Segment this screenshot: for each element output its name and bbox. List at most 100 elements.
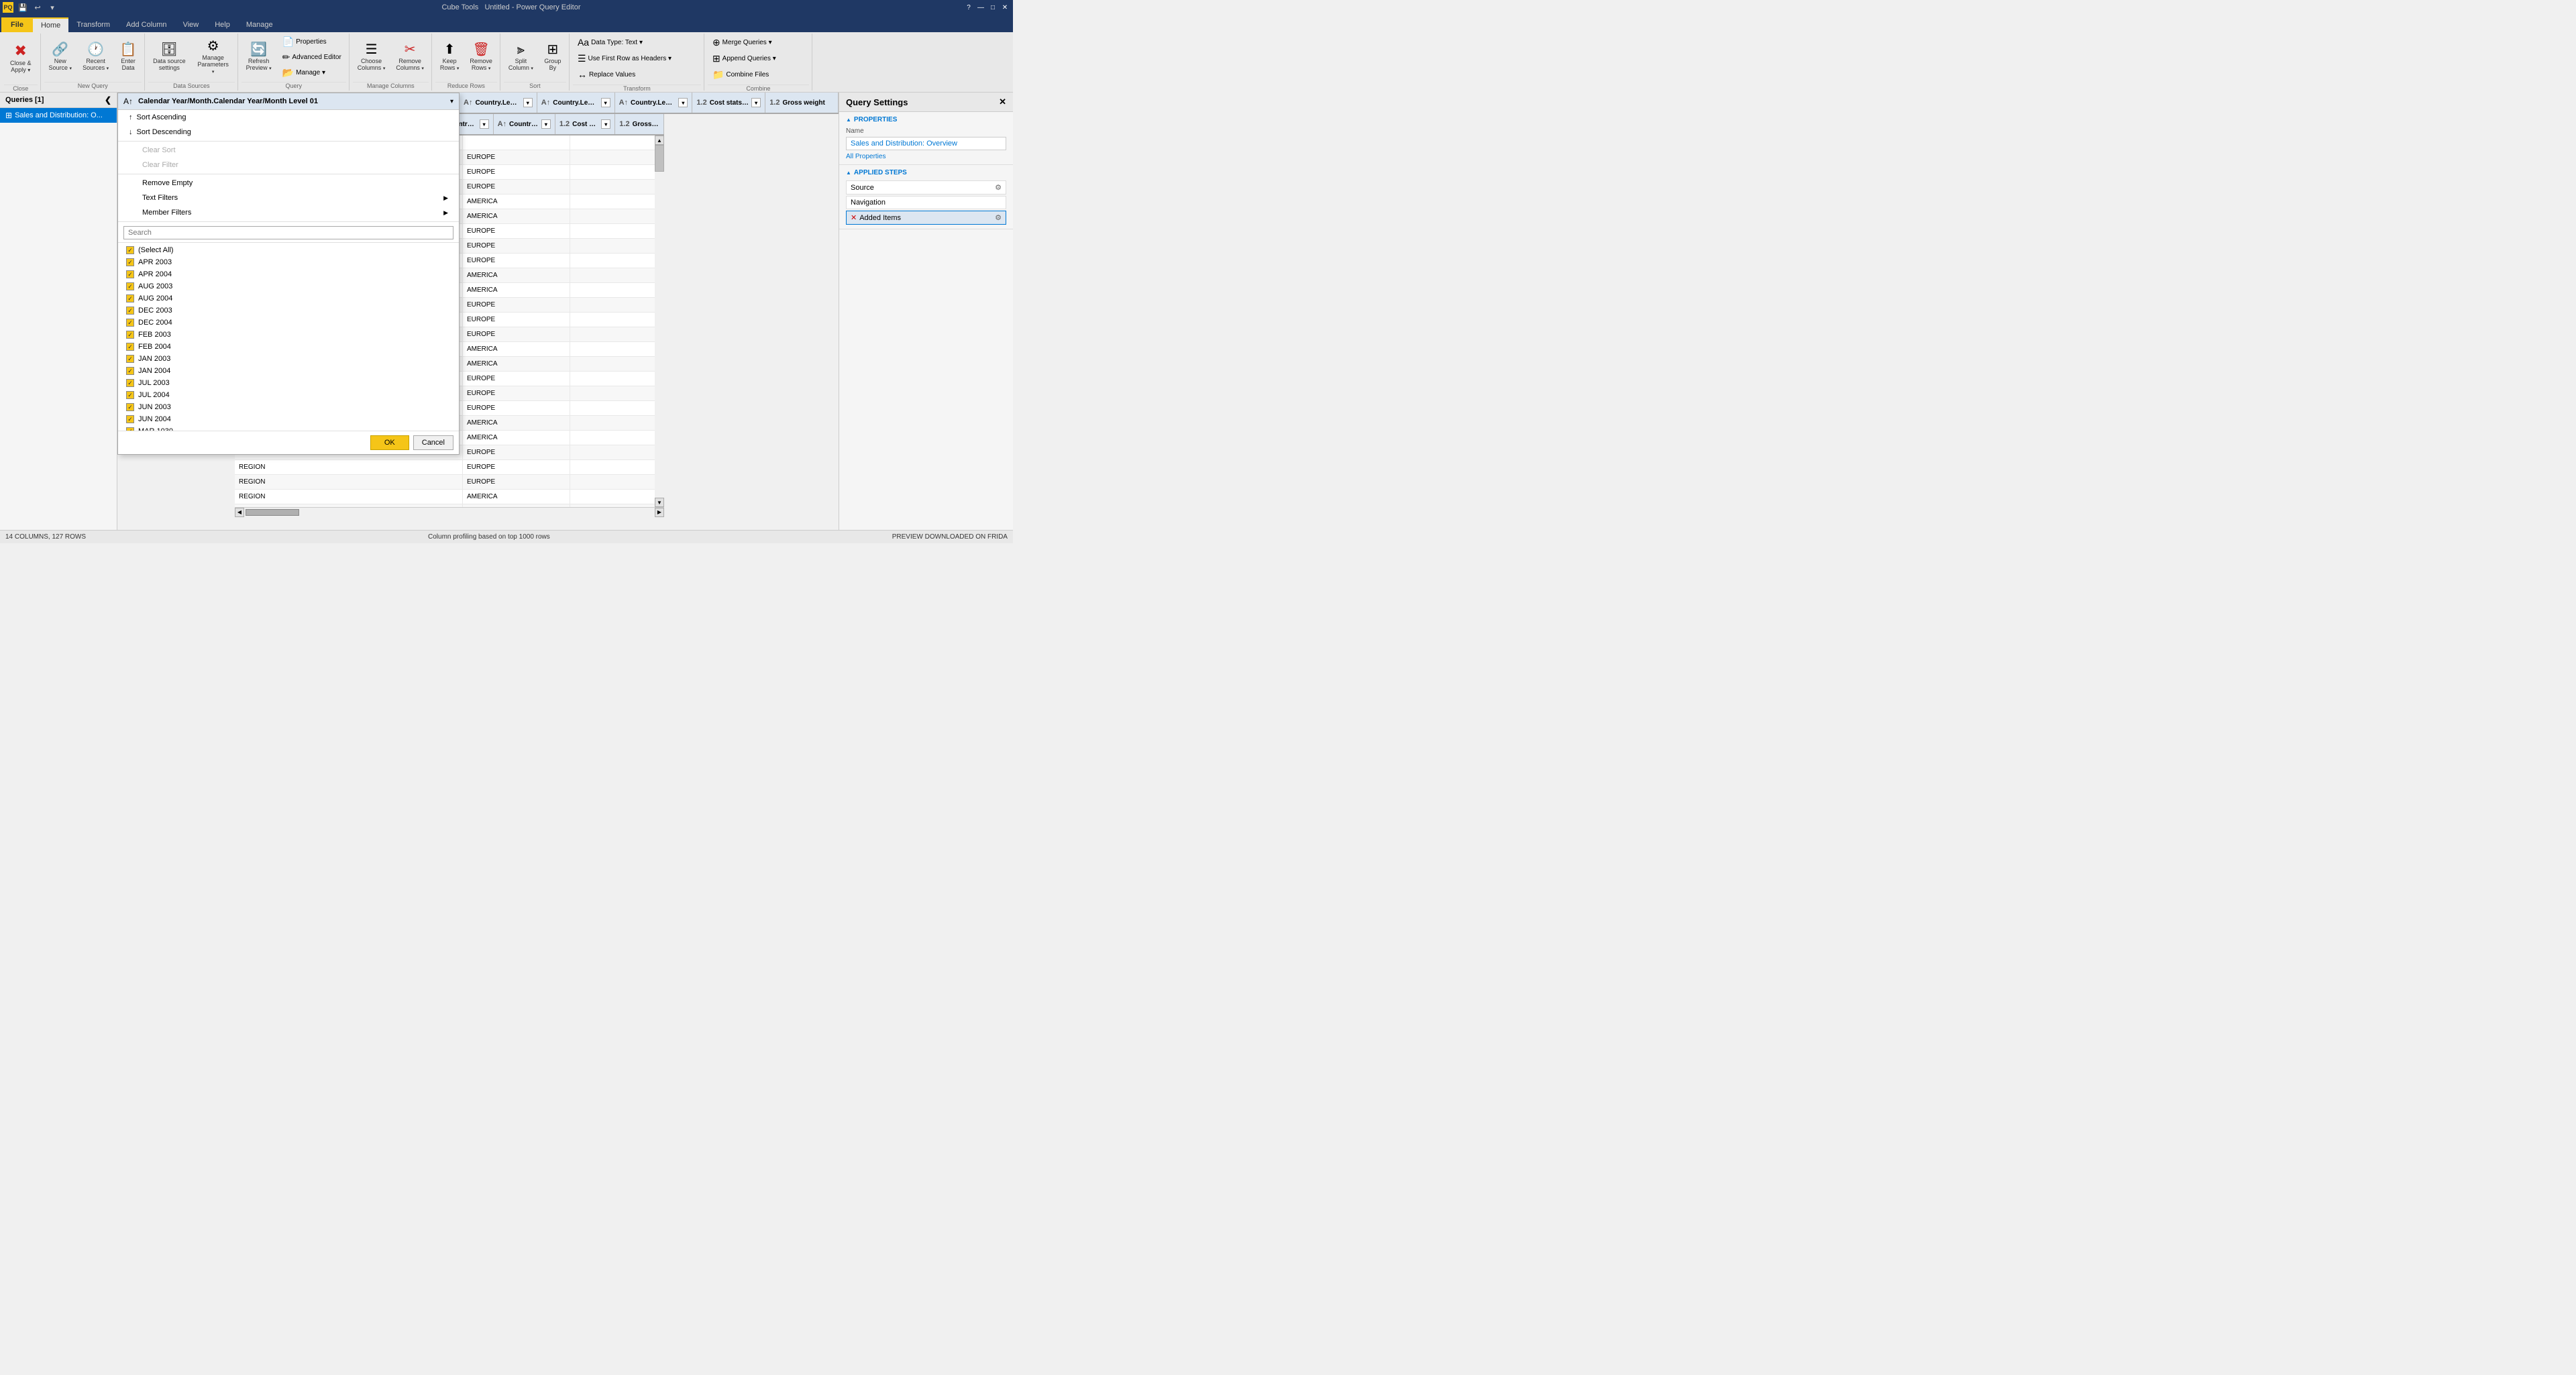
close-apply-button[interactable]: ✖ Close &Apply ▾ [4,35,38,82]
remove-empty-item[interactable]: Remove Empty [118,176,459,190]
group-by-button[interactable]: ⊞ GroupBy [539,37,566,77]
sort-descending-item[interactable]: ↓ Sort Descending [118,125,459,140]
replace-values-icon: ↔ [578,69,587,80]
step-added-items-gear-icon[interactable]: ⚙ [995,213,1002,222]
checkbox-aug-2004[interactable]: ✓ AUG 2004 [118,292,459,305]
query-item-sales[interactable]: ⊞ Sales and Distribution: O... [0,108,117,123]
member-filters-item[interactable]: Member Filters ▶ [118,205,459,220]
scroll-right-btn[interactable]: ▶ [655,508,664,517]
step-source[interactable]: Source ⚙ [846,180,1006,195]
advanced-editor-button[interactable]: ✏ Advanced Editor [278,50,346,64]
checkbox-jul-2004[interactable]: ✓ JUL 2004 [118,389,459,401]
th-c3-filter-icon[interactable]: ▾ [541,119,551,129]
recent-sources-button[interactable]: 🕐 RecentSources ▾ [78,37,113,77]
all-properties-link[interactable]: All Properties [846,153,1006,160]
checkbox-jul-2003[interactable]: ✓ JUL 2003 [118,377,459,389]
th-cs[interactable]: 1.2 Cost stats currency ▾ [555,114,615,134]
th-cs-filter-icon[interactable]: ▾ [601,119,610,129]
table-row[interactable]: REGIONEUROPEFrance12613687 [235,460,664,475]
merge-queries-button[interactable]: ⊕ Merge Queries ▾ [708,35,777,50]
filter-cancel-button[interactable]: Cancel [413,435,453,450]
choose-columns-button[interactable]: ☰ ChooseColumns ▾ [353,37,390,77]
scroll-thumb-v[interactable] [655,145,664,172]
table-row[interactable]: REGIONAMERICAUSA25350099 [235,490,664,504]
use-first-row-button[interactable]: ☰ Use First Row as Headers ▾ [573,51,676,66]
scroll-down-btn[interactable]: ▼ [655,498,664,507]
th-country3[interactable]: A↑ Country.Level 03 ▾ [615,93,693,113]
th-country1-filter-icon[interactable]: ▾ [523,98,533,107]
remove-columns-button[interactable]: ✂ RemoveColumns ▾ [391,37,429,77]
replace-values-button[interactable]: ↔ Replace Values [573,67,640,82]
checkbox-jan-2003[interactable]: ✓ JAN 2003 [118,353,459,365]
close-btn[interactable]: ✕ [1000,2,1010,13]
table-row[interactable]: REGIONEUROPEEngland22157663 [235,475,664,490]
th-gw[interactable]: 1.2 Gross weight [615,114,664,134]
refresh-preview-button[interactable]: 🔄 RefreshPreview ▾ [241,37,276,77]
help-btn[interactable]: ? [963,2,974,13]
checkbox-aug-2003[interactable]: ✓ AUG 2003 [118,280,459,292]
tab-help[interactable]: Help [207,17,238,32]
step-added-items[interactable]: ✕ Added Items ⚙ [846,211,1006,225]
checkbox-jun-2004[interactable]: ✓ JUN 2004 [118,413,459,425]
tab-file[interactable]: File [1,17,33,32]
h-scroll-thumb[interactable] [246,509,299,516]
th-c3[interactable]: A↑ Country.Level 03 ▾ [494,114,555,134]
th-country3-filter-icon[interactable]: ▾ [678,98,688,107]
th-cost-stats-filter-icon[interactable]: ▾ [751,98,761,107]
properties-collapse-icon[interactable]: ▲ [846,117,851,123]
th-cost-stats[interactable]: 1.2 Cost stats currency ▾ [692,93,765,113]
checkbox-jun-2003[interactable]: ✓ JUN 2003 [118,401,459,413]
query-name-input[interactable] [846,137,1006,150]
enter-data-button[interactable]: 📋 EnterData [115,37,142,77]
settings-close-icon[interactable]: ✕ [999,97,1006,107]
combine-files-button[interactable]: 📁 Combine Files [708,67,773,82]
append-queries-button[interactable]: ⊞ Append Queries ▾ [708,51,781,66]
th-c2-filter-icon[interactable]: ▾ [480,119,489,129]
maximize-btn[interactable]: □ [987,2,998,13]
applied-steps-collapse-icon[interactable]: ▲ [846,170,851,176]
scroll-up-btn[interactable]: ▲ [655,135,664,145]
tab-home[interactable]: Home [33,17,68,32]
remove-rows-button[interactable]: 🗑 RemoveRows ▾ [465,37,497,77]
checkbox-feb-2003[interactable]: ✓ FEB 2003 [118,329,459,341]
checkbox-jan-2004[interactable]: ✓ JAN 2004 [118,365,459,377]
checkbox-apr-2003[interactable]: ✓ APR 2003 [118,256,459,268]
tab-add-column[interactable]: Add Column [118,17,175,32]
checkbox-feb-2004[interactable]: ✓ FEB 2004 [118,341,459,353]
th-country2-type-icon: A↑ [541,99,550,107]
tab-view[interactable]: View [175,17,207,32]
manage-parameters-button[interactable]: ⚙ ManageParameters ▾ [192,37,235,77]
checkbox-dec-2003[interactable]: ✓ DEC 2003 [118,305,459,317]
th-gross-weight[interactable]: 1.2 Gross weight [765,93,839,113]
step-navigation[interactable]: Navigation [846,196,1006,209]
filter-ok-button[interactable]: OK [370,435,409,450]
sort-ascending-item[interactable]: ↑ Sort Ascending [118,110,459,125]
th-country2-filter-icon[interactable]: ▾ [601,98,610,107]
th-country2[interactable]: A↑ Country.Level 02 ▾ [537,93,615,113]
data-source-settings-button[interactable]: 🗄 Data sourcesettings [148,37,191,77]
text-filters-item[interactable]: Text Filters ▶ [118,190,459,205]
checkbox-select-all[interactable]: ✓ (Select All) [118,244,459,256]
checkbox-dec-2004[interactable]: ✓ DEC 2004 [118,317,459,329]
data-type-button[interactable]: Aa Data Type: Text ▾ [573,35,647,50]
filter-search-input[interactable] [123,226,453,239]
qa-save-btn[interactable]: 💾 [16,2,30,13]
qa-undo-btn[interactable]: ↩ [31,2,44,13]
tab-transform[interactable]: Transform [68,17,118,32]
keep-rows-button[interactable]: ⬆ KeepRows ▾ [435,37,464,77]
tab-manage[interactable]: Manage [238,17,281,32]
checkbox-mar-1030[interactable]: ✓ MAR 1030 [118,425,459,431]
manage-button[interactable]: 📂 Manage ▾ [278,65,346,80]
collapse-queries-button[interactable]: ❮ [105,95,111,105]
minimize-btn[interactable]: — [975,2,986,13]
th-country1[interactable]: A↑ Country.Level 01 ▾ [460,93,537,113]
split-column-button[interactable]: ⫸ SplitColumn ▾ [504,37,538,77]
checkbox-apr-2004[interactable]: ✓ APR 2004 [118,268,459,280]
checkbox-feb-2003-box: ✓ [126,331,134,339]
properties-button[interactable]: 📄 Properties [278,34,346,49]
filter-col-dropdown-arrow[interactable]: ▾ [450,98,453,105]
step-source-gear-icon[interactable]: ⚙ [995,183,1002,192]
scroll-left-btn[interactable]: ◀ [235,508,244,517]
new-source-button[interactable]: 🔗 NewSource ▾ [44,37,77,77]
qa-dropdown-btn[interactable]: ▾ [46,2,59,13]
